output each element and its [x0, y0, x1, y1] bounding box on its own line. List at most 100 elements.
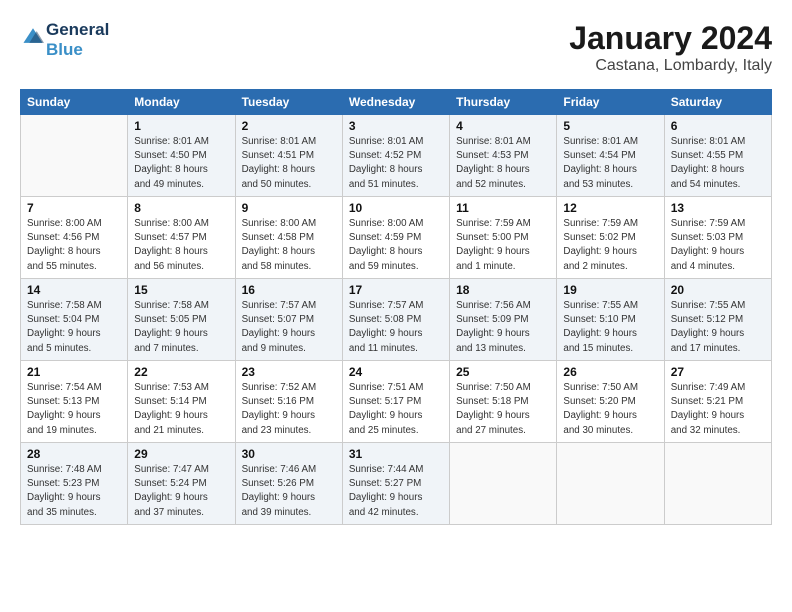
- day-number: 10: [349, 201, 443, 215]
- day-info: Sunrise: 7:53 AMSunset: 5:14 PMDaylight:…: [134, 381, 228, 438]
- day-number: 13: [671, 201, 765, 215]
- day-info: Sunrise: 7:48 AMSunset: 5:23 PMDaylight:…: [27, 463, 121, 520]
- day-header-monday: Monday: [128, 90, 235, 115]
- main-title: January 2024: [569, 20, 772, 57]
- day-number: 29: [134, 447, 228, 461]
- calendar-cell: [21, 115, 128, 197]
- day-header-saturday: Saturday: [664, 90, 771, 115]
- day-number: 1: [134, 119, 228, 133]
- day-number: 16: [242, 283, 336, 297]
- day-info: Sunrise: 7:50 AMSunset: 5:20 PMDaylight:…: [563, 381, 657, 438]
- day-info: Sunrise: 7:57 AMSunset: 5:07 PMDaylight:…: [242, 299, 336, 356]
- day-number: 28: [27, 447, 121, 461]
- calendar-cell: 15Sunrise: 7:58 AMSunset: 5:05 PMDayligh…: [128, 279, 235, 361]
- day-number: 4: [456, 119, 550, 133]
- day-info: Sunrise: 7:57 AMSunset: 5:08 PMDaylight:…: [349, 299, 443, 356]
- calendar-cell: 13 Sunrise: 7:59 AMSunset: 5:03 PMDayligh…: [664, 197, 771, 279]
- day-header-thursday: Thursday: [450, 90, 557, 115]
- calendar-cell: 31 Sunrise: 7:44 AMSunset: 5:27 PMDayligh…: [342, 443, 449, 525]
- calendar-cell: 4 Sunrise: 8:01 AMSunset: 4:53 PMDaylight…: [450, 115, 557, 197]
- day-number: 2: [242, 119, 336, 133]
- header: General Blue January 2024 Castana, Lomba…: [20, 20, 772, 75]
- calendar-cell: 7Sunrise: 8:00 AMSunset: 4:56 PMDaylight…: [21, 197, 128, 279]
- calendar-cell: 19Sunrise: 7:55 AMSunset: 5:10 PMDayligh…: [557, 279, 664, 361]
- day-info: Sunrise: 7:52 AMSunset: 5:16 PMDaylight:…: [242, 381, 336, 438]
- day-info: Sunrise: 7:54 AMSunset: 5:13 PMDaylight:…: [27, 381, 121, 438]
- day-info: Sunrise: 7:59 AMSunset: 5:02 PMDaylight:…: [563, 217, 657, 274]
- day-number: 31: [349, 447, 443, 461]
- day-header-row: SundayMondayTuesdayWednesdayThursdayFrid…: [21, 90, 772, 115]
- calendar-header: SundayMondayTuesdayWednesdayThursdayFrid…: [21, 90, 772, 115]
- day-number: 27: [671, 365, 765, 379]
- calendar-cell: 26 Sunrise: 7:50 AMSunset: 5:20 PMDayligh…: [557, 361, 664, 443]
- calendar-cell: 18Sunrise: 7:56 AMSunset: 5:09 PMDayligh…: [450, 279, 557, 361]
- calendar-cell: 23 Sunrise: 7:52 AMSunset: 5:16 PMDayligh…: [235, 361, 342, 443]
- logo: General Blue: [20, 20, 109, 59]
- calendar-cell: 25 Sunrise: 7:50 AMSunset: 5:18 PMDayligh…: [450, 361, 557, 443]
- day-info: Sunrise: 8:01 AMSunset: 4:50 PMDaylight:…: [134, 135, 228, 192]
- calendar-cell: [664, 443, 771, 525]
- calendar-cell: 24Sunrise: 7:51 AMSunset: 5:17 PMDayligh…: [342, 361, 449, 443]
- day-number: 11: [456, 201, 550, 215]
- logo-text-blue: Blue: [46, 40, 109, 60]
- day-number: 7: [27, 201, 121, 215]
- day-info: Sunrise: 7:56 AMSunset: 5:09 PMDaylight:…: [456, 299, 550, 356]
- calendar-cell: 11 Sunrise: 7:59 AMSunset: 5:00 PMDayligh…: [450, 197, 557, 279]
- calendar-cell: 17Sunrise: 7:57 AMSunset: 5:08 PMDayligh…: [342, 279, 449, 361]
- sub-title: Castana, Lombardy, Italy: [569, 57, 772, 75]
- day-info: Sunrise: 7:50 AMSunset: 5:18 PMDaylight:…: [456, 381, 550, 438]
- day-info: Sunrise: 8:01 AMSunset: 4:53 PMDaylight:…: [456, 135, 550, 192]
- day-info: Sunrise: 8:00 AMSunset: 4:57 PMDaylight:…: [134, 217, 228, 274]
- calendar-cell: 22 Sunrise: 7:53 AMSunset: 5:14 PMDayligh…: [128, 361, 235, 443]
- day-info: Sunrise: 7:55 AMSunset: 5:12 PMDaylight:…: [671, 299, 765, 356]
- calendar-cell: 10 Sunrise: 8:00 AMSunset: 4:59 PMDayligh…: [342, 197, 449, 279]
- day-info: Sunrise: 7:49 AMSunset: 5:21 PMDaylight:…: [671, 381, 765, 438]
- logo-text-general: General: [46, 20, 109, 40]
- day-number: 20: [671, 283, 765, 297]
- day-number: 3: [349, 119, 443, 133]
- calendar-week-row: 7Sunrise: 8:00 AMSunset: 4:56 PMDaylight…: [21, 197, 772, 279]
- day-number: 5: [563, 119, 657, 133]
- calendar-week-row: 14 Sunrise: 7:58 AMSunset: 5:04 PMDayligh…: [21, 279, 772, 361]
- day-info: Sunrise: 8:00 AMSunset: 4:58 PMDaylight:…: [242, 217, 336, 274]
- day-info: Sunrise: 7:59 AMSunset: 5:00 PMDaylight:…: [456, 217, 550, 274]
- calendar-cell: 28 Sunrise: 7:48 AMSunset: 5:23 PMDayligh…: [21, 443, 128, 525]
- day-number: 15: [134, 283, 228, 297]
- day-number: 26: [563, 365, 657, 379]
- calendar-cell: 2 Sunrise: 8:01 AMSunset: 4:51 PMDaylight…: [235, 115, 342, 197]
- title-block: January 2024 Castana, Lombardy, Italy: [569, 20, 772, 75]
- calendar-cell: 27 Sunrise: 7:49 AMSunset: 5:21 PMDayligh…: [664, 361, 771, 443]
- day-info: Sunrise: 7:58 AMSunset: 5:04 PMDaylight:…: [27, 299, 121, 356]
- calendar-cell: 16 Sunrise: 7:57 AMSunset: 5:07 PMDayligh…: [235, 279, 342, 361]
- day-info: Sunrise: 7:47 AMSunset: 5:24 PMDaylight:…: [134, 463, 228, 520]
- day-number: 25: [456, 365, 550, 379]
- calendar-cell: 12Sunrise: 7:59 AMSunset: 5:02 PMDayligh…: [557, 197, 664, 279]
- day-info: Sunrise: 7:59 AMSunset: 5:03 PMDaylight:…: [671, 217, 765, 274]
- day-number: 14: [27, 283, 121, 297]
- calendar-week-row: 28 Sunrise: 7:48 AMSunset: 5:23 PMDayligh…: [21, 443, 772, 525]
- calendar-cell: [557, 443, 664, 525]
- day-info: Sunrise: 7:51 AMSunset: 5:17 PMDaylight:…: [349, 381, 443, 438]
- day-number: 22: [134, 365, 228, 379]
- day-number: 30: [242, 447, 336, 461]
- day-number: 21: [27, 365, 121, 379]
- day-number: 23: [242, 365, 336, 379]
- logo-icon: [22, 26, 44, 48]
- day-header-friday: Friday: [557, 90, 664, 115]
- day-header-sunday: Sunday: [21, 90, 128, 115]
- calendar-cell: 8Sunrise: 8:00 AMSunset: 4:57 PMDaylight…: [128, 197, 235, 279]
- day-header-wednesday: Wednesday: [342, 90, 449, 115]
- calendar-cell: 9Sunrise: 8:00 AMSunset: 4:58 PMDaylight…: [235, 197, 342, 279]
- calendar-cell: 5Sunrise: 8:01 AMSunset: 4:54 PMDaylight…: [557, 115, 664, 197]
- calendar-cell: 20 Sunrise: 7:55 AMSunset: 5:12 PMDayligh…: [664, 279, 771, 361]
- day-info: Sunrise: 7:46 AMSunset: 5:26 PMDaylight:…: [242, 463, 336, 520]
- day-info: Sunrise: 8:01 AMSunset: 4:52 PMDaylight:…: [349, 135, 443, 192]
- calendar-week-row: 1 Sunrise: 8:01 AMSunset: 4:50 PMDaylight…: [21, 115, 772, 197]
- day-header-tuesday: Tuesday: [235, 90, 342, 115]
- day-info: Sunrise: 8:01 AMSunset: 4:55 PMDaylight:…: [671, 135, 765, 192]
- day-info: Sunrise: 8:00 AMSunset: 4:59 PMDaylight:…: [349, 217, 443, 274]
- calendar-week-row: 21 Sunrise: 7:54 AMSunset: 5:13 PMDayligh…: [21, 361, 772, 443]
- page: General Blue January 2024 Castana, Lomba…: [0, 0, 792, 612]
- day-info: Sunrise: 8:01 AMSunset: 4:51 PMDaylight:…: [242, 135, 336, 192]
- day-info: Sunrise: 7:44 AMSunset: 5:27 PMDaylight:…: [349, 463, 443, 520]
